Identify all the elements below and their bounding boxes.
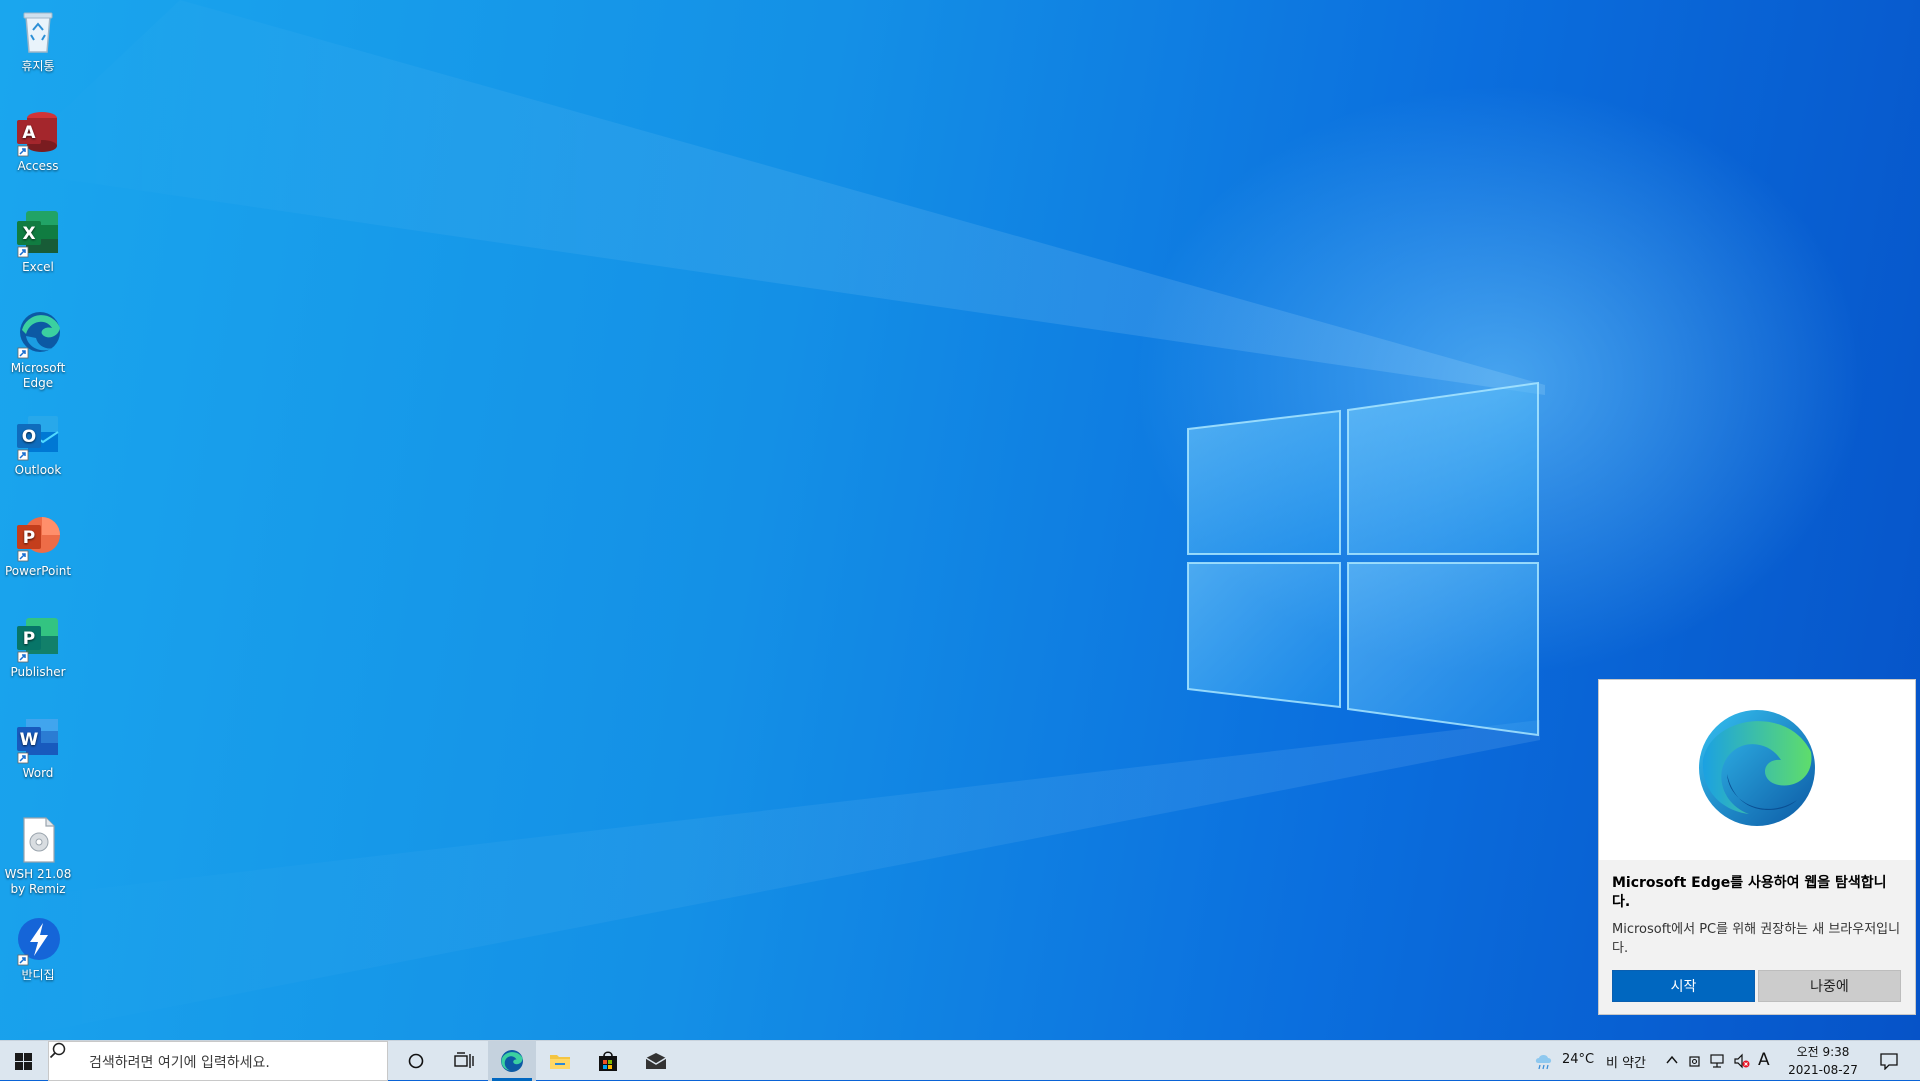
folder-icon	[550, 1055, 570, 1069]
desktop-icon-label: Word	[22, 766, 54, 780]
edge-logo-icon	[1699, 710, 1815, 826]
svg-text:W: W	[20, 730, 39, 750]
search-icon	[49, 1042, 66, 1059]
notification-icon	[1880, 1053, 1898, 1070]
chevron-up-icon	[1666, 1055, 1678, 1064]
taskbar: 검색하려면 여기에 입력하세요. 24°C 비 약간 A 오전 9:38 202…	[0, 1040, 1920, 1081]
cortana-icon	[408, 1053, 424, 1069]
search-input[interactable]: 검색하려면 여기에 입력하세요.	[89, 1052, 270, 1072]
tray-network[interactable]	[1706, 1041, 1730, 1081]
start-button[interactable]	[0, 1041, 48, 1081]
desktop-icon-outlook[interactable]: O Outlook	[4, 410, 72, 478]
desktop-icon-bandizip[interactable]: 반디집	[4, 915, 72, 983]
store-icon	[599, 1051, 617, 1071]
speaker-muted-icon	[1734, 1053, 1750, 1069]
publisher-icon: P	[12, 612, 64, 664]
document-icon	[12, 814, 64, 866]
excel-icon: X	[12, 207, 64, 259]
clock-time: 오전 9:38	[1796, 1045, 1850, 1059]
svg-text:P: P	[23, 629, 35, 649]
taskbar-search[interactable]: 검색하려면 여기에 입력하세요.	[48, 1041, 388, 1081]
desktop-icon-publisher[interactable]: P Publisher	[4, 612, 72, 680]
notification-title: Microsoft Edge를 사용하여 웹을 탐색합니다.	[1612, 875, 1887, 910]
access-icon: A	[12, 106, 64, 158]
network-icon	[1710, 1054, 1724, 1068]
desktop-icon-label: Access	[17, 159, 59, 173]
notification-hero	[1599, 680, 1915, 860]
word-icon: W	[12, 713, 64, 765]
edge-notification[interactable]: Microsoft Edge를 사용하여 웹을 탐색합니다. Microsoft…	[1598, 679, 1916, 1015]
notification-body: Microsoft에서 PC를 위해 권장하는 새 브라우저입니다.	[1612, 922, 1901, 956]
start-button[interactable]: 시작	[1612, 970, 1755, 1002]
taskbar-file-explorer[interactable]	[536, 1041, 584, 1081]
svg-text:X: X	[22, 224, 35, 244]
recycle-bin-icon	[12, 6, 64, 58]
weather-temp: 24°C	[1562, 1052, 1595, 1067]
show-hidden-icons-button[interactable]	[1660, 1041, 1684, 1081]
desktop-icon-access[interactable]: A Access	[4, 106, 72, 174]
mail-icon	[645, 1053, 667, 1069]
ime-indicator: A	[1758, 1050, 1770, 1070]
weather-desc: 비 약간	[1606, 1056, 1647, 1071]
taskbar-store[interactable]	[584, 1041, 632, 1081]
taskbar-edge[interactable]	[488, 1041, 536, 1081]
windows-logo-icon	[15, 1053, 32, 1070]
outlook-icon: O	[12, 410, 64, 462]
later-button[interactable]: 나중에	[1758, 970, 1901, 1002]
tray-input-method[interactable]: A	[1754, 1041, 1776, 1081]
clock-date: 2021-08-27	[1788, 1063, 1858, 1077]
taskbar-mail[interactable]	[632, 1041, 680, 1081]
desktop-icon-powerpoint[interactable]: P PowerPoint	[4, 511, 72, 579]
desktop-icon-label: Microsoft Edge	[10, 361, 66, 390]
edge-icon	[12, 308, 64, 360]
desktop-icon-label: PowerPoint	[4, 564, 72, 578]
edge-icon	[501, 1050, 523, 1072]
task-view-button[interactable]	[440, 1041, 488, 1081]
desktop-icon-recycle-bin[interactable]: 휴지통	[4, 6, 72, 74]
camera-icon	[1689, 1056, 1700, 1067]
svg-text:O: O	[22, 427, 36, 447]
desktop-icon-label: Excel	[22, 260, 54, 274]
svg-text:A: A	[22, 123, 36, 143]
desktop-icon-label: Outlook	[14, 463, 62, 477]
rain-cloud-icon	[1535, 1055, 1552, 1070]
action-center-button[interactable]	[1868, 1041, 1910, 1081]
tray-volume[interactable]	[1730, 1041, 1754, 1081]
desktop: 휴지통 A Access X Excel Microsoft Edge O Ou…	[0, 0, 1920, 1040]
desktop-icon-wsh[interactable]: WSH 21.08 by Remiz	[4, 814, 72, 897]
task-view-icon	[454, 1052, 474, 1068]
cortana-button[interactable]	[392, 1041, 440, 1081]
tray-meet-now[interactable]	[1684, 1041, 1706, 1081]
desktop-icon-excel[interactable]: X Excel	[4, 207, 72, 275]
desktop-icon-label: WSH 21.08 by Remiz	[4, 867, 72, 896]
clock[interactable]: 오전 9:38 2021-08-27	[1778, 1041, 1868, 1081]
powerpoint-icon: P	[12, 511, 64, 563]
desktop-icon-label: 반디집	[21, 968, 55, 982]
desktop-icon-label: 휴지통	[21, 59, 55, 73]
desktop-icon-edge[interactable]: Microsoft Edge	[4, 308, 72, 391]
weather-widget[interactable]: 24°C 비 약간	[1534, 1041, 1650, 1081]
bandizip-icon	[12, 915, 64, 967]
clock-display: 오전 9:38 2021-08-27	[1778, 1043, 1868, 1079]
desktop-icon-label: Publisher	[10, 665, 66, 679]
svg-text:P: P	[23, 528, 35, 548]
desktop-icon-word[interactable]: W Word	[4, 713, 72, 781]
